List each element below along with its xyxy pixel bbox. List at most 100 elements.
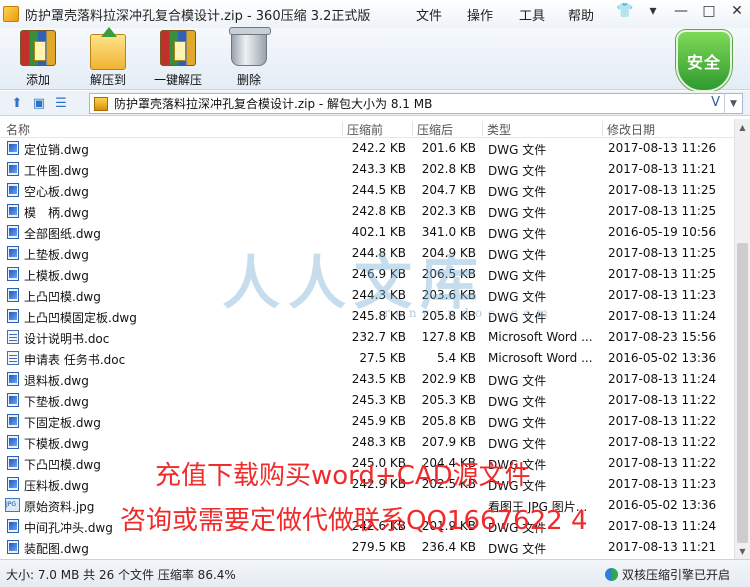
file-modified: 2017-08-13 11:21 [608, 540, 717, 554]
security-shield-badge[interactable]: 安全 [676, 30, 732, 92]
file-row[interactable]: 上垫板.dwg 244.8 KB 204.9 KB DWG 文件 2017-08-13 … [0, 243, 734, 264]
maximize-icon[interactable]: □ [700, 3, 718, 19]
file-row[interactable]: 定位销.dwg 242.2 KB 201.6 KB DWG 文件 2017-08-13 … [0, 138, 734, 159]
scroll-up-icon[interactable]: ▲ [735, 119, 750, 135]
file-type: Microsoft Word ... [488, 330, 593, 344]
file-row[interactable]: 模 柄.dwg 242.8 KB 202.3 KB DWG 文件 2017-08-13 … [0, 201, 734, 222]
menu-tools[interactable]: 工具 [513, 3, 551, 26]
file-size-after: 202.8 KB [421, 162, 476, 176]
file-modified: 2017-08-13 11:23 [608, 477, 717, 491]
file-size-after: 203.6 KB [421, 288, 476, 302]
column-size-after[interactable]: 压缩后 [417, 121, 453, 138]
scroll-thumb[interactable] [737, 243, 748, 543]
dwg-file-icon [7, 309, 19, 323]
file-size-before: 279.5 KB [351, 540, 406, 554]
thumbnail-view-icon[interactable]: ▣ [30, 95, 48, 111]
column-divider[interactable] [412, 121, 413, 136]
file-type: DWG 文件 [488, 479, 547, 493]
column-type[interactable]: 类型 [487, 121, 511, 138]
dwg-file-icon [7, 141, 19, 155]
window-controls: 👕 ▾ — □ ✕ [616, 3, 746, 19]
file-row[interactable]: 上凸凹模固定板.dwg 245.8 KB 205.8 KB DWG 文件 2017-08… [0, 306, 734, 327]
file-size-after: 236.4 KB [421, 540, 476, 554]
address-text: 防护罩壳落料拉深冲孔复合模设计.zip - 解包大小为 8.1 MB [114, 97, 433, 111]
add-button[interactable]: 添加 [20, 30, 56, 88]
file-row[interactable]: 下固定板.dwg 245.9 KB 205.8 KB DWG 文件 2017-08-13… [0, 411, 734, 432]
one-click-extract-button[interactable]: 一键解压 [154, 30, 202, 88]
file-row[interactable]: 全部图纸.dwg 402.1 KB 341.0 KB DWG 文件 2016-05-19… [0, 222, 734, 243]
menu-help[interactable]: 帮助 [562, 3, 600, 26]
file-modified: 2017-08-13 11:24 [608, 519, 717, 533]
menu-file[interactable]: 文件 [410, 3, 448, 26]
column-modified[interactable]: 修改日期 [607, 121, 655, 138]
trash-can-icon [229, 27, 271, 66]
dual-core-status[interactable]: 双核压缩引擎已开启 [604, 566, 730, 583]
file-row[interactable]: 退料板.dwg 243.5 KB 202.9 KB DWG 文件 2017-08-13 … [0, 369, 734, 390]
file-size-before: 244.5 KB [351, 183, 406, 197]
file-name: 全部图纸.dwg [24, 227, 101, 241]
file-row[interactable]: 下垫板.dwg 245.3 KB 205.3 KB DWG 文件 2017-08-13 … [0, 390, 734, 411]
file-size-before: 242.2 KB [351, 141, 406, 155]
address-dropdown-icon[interactable]: ▼ [724, 94, 742, 113]
file-modified: 2017-08-13 11:25 [608, 183, 717, 197]
file-row[interactable]: 原始资料.jpg 看图王 JPG 图片... 2016-05-02 13:36 [0, 495, 734, 516]
column-divider[interactable] [482, 121, 483, 136]
file-size-after: 204.7 KB [421, 183, 476, 197]
file-size-after: 205.8 KB [421, 414, 476, 428]
file-type: DWG 文件 [488, 206, 547, 220]
file-name: 申请表 任务书.doc [24, 353, 126, 367]
file-row[interactable]: 工件图.dwg 243.3 KB 202.8 KB DWG 文件 2017-08-13 … [0, 159, 734, 180]
address-field[interactable]: 防护罩壳落料拉深冲孔复合模设计.zip - 解包大小为 8.1 MB V ▼ [89, 93, 743, 114]
file-row[interactable]: 上模板.dwg 246.9 KB 206.5 KB DWG 文件 2017-08-13 … [0, 264, 734, 285]
file-size-before: 243.3 KB [351, 162, 406, 176]
file-row[interactable]: 设计说明书.doc 232.7 KB 127.8 KB Microsoft Word … [0, 327, 734, 348]
file-size-before: 245.0 KB [351, 456, 406, 470]
file-name: 下模板.dwg [24, 437, 89, 451]
file-size-before: 402.1 KB [351, 225, 406, 239]
file-type: DWG 文件 [488, 395, 547, 409]
file-name: 空心板.dwg [24, 185, 89, 199]
vertical-scrollbar[interactable]: ▲ ▼ [734, 119, 750, 559]
status-bar: 大小: 7.0 MB 共 26 个文件 压缩率 86.4% 双核压缩引擎已开启 [0, 559, 750, 587]
file-type: DWG 文件 [488, 227, 547, 241]
file-row[interactable]: 下凸凹模.dwg 245.0 KB 204.4 KB DWG 文件 2017-08-13… [0, 453, 734, 474]
extract-to-button[interactable]: 解压到 [90, 27, 127, 88]
file-row[interactable]: 中间孔冲头.dwg 242.6 KB 201.9 KB DWG 文件 2017-08-1… [0, 516, 734, 537]
file-size-before: 245.9 KB [351, 414, 406, 428]
dwg-file-icon [7, 540, 19, 554]
file-row[interactable]: 空心板.dwg 244.5 KB 204.7 KB DWG 文件 2017-08-13 … [0, 180, 734, 201]
dwg-file-icon [7, 372, 19, 386]
file-size-after: 205.8 KB [421, 309, 476, 323]
extract-folder-icon [90, 27, 126, 70]
file-row[interactable]: 下模板.dwg 248.3 KB 207.9 KB DWG 文件 2017-08-13 … [0, 432, 734, 453]
menu-operate[interactable]: 操作 [461, 3, 499, 26]
up-arrow-icon[interactable]: ⬆ [8, 95, 26, 111]
delete-button[interactable]: 删除 [229, 27, 271, 88]
minimize-icon[interactable]: — [672, 3, 690, 19]
address-chevron[interactable]: V [711, 95, 720, 110]
close-icon[interactable]: ✕ [728, 3, 746, 19]
file-size-before: 232.7 KB [351, 330, 406, 344]
column-divider[interactable] [342, 121, 343, 136]
file-row[interactable]: 装配图.dwg 279.5 KB 236.4 KB DWG 文件 2017-08-13 … [0, 537, 734, 558]
list-view-icon[interactable]: ☰ [52, 95, 70, 111]
skin-shirt-icon[interactable]: 👕 [616, 3, 634, 19]
file-row[interactable]: 压料板.dwg 242.9 KB 202.5 KB DWG 文件 2017-08-13 … [0, 474, 734, 495]
column-name[interactable]: 名称 [6, 121, 30, 138]
extract-to-button-label: 解压到 [90, 73, 127, 87]
file-modified: 2017-08-13 11:22 [608, 393, 717, 407]
file-type: DWG 文件 [488, 311, 547, 325]
column-divider[interactable] [602, 121, 603, 136]
file-row[interactable]: 申请表 任务书.doc 27.5 KB 5.4 KB Microsoft Word .… [0, 348, 734, 369]
add-button-label: 添加 [25, 73, 50, 87]
file-row[interactable]: 上凸凹模.dwg 244.3 KB 203.6 KB DWG 文件 2017-08-13… [0, 285, 734, 306]
menu-dropdown-icon[interactable]: ▾ [644, 3, 662, 19]
menu-bar-4: 帮助 [562, 0, 600, 28]
scroll-down-icon[interactable]: ▼ [735, 543, 750, 559]
add-books-icon [20, 30, 56, 66]
file-size-before: 245.3 KB [351, 393, 406, 407]
dual-core-icon [604, 568, 618, 581]
column-size-before[interactable]: 压缩前 [347, 121, 383, 138]
file-name: 上凸凹模固定板.dwg [24, 311, 137, 325]
file-size-before: 244.8 KB [351, 246, 406, 260]
